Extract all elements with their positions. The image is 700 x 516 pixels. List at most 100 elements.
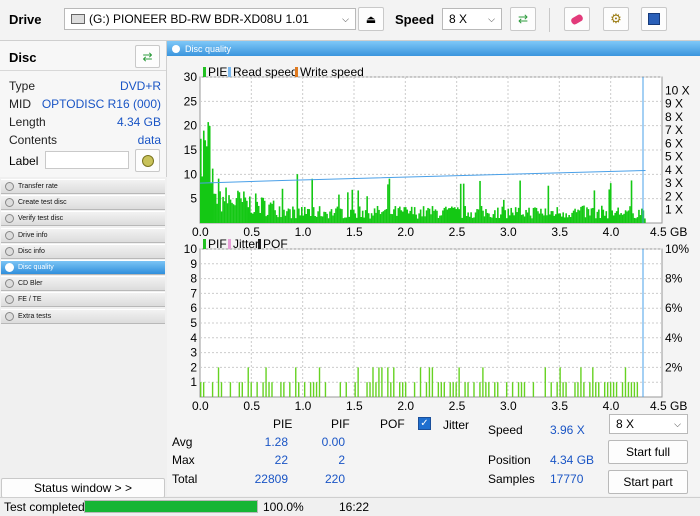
pie-bar <box>505 218 508 223</box>
pie-bar <box>253 212 256 223</box>
pie-bar <box>485 209 487 223</box>
pie-bar <box>471 217 474 223</box>
jitter-checkbox[interactable]: ✓ <box>418 417 431 430</box>
pie-y-axis-right: 10 X9 X8 X7 X6 X5 X4 X3 X2 X1 X <box>665 83 690 216</box>
pie-bar <box>480 205 483 223</box>
erase-button[interactable] <box>564 7 590 31</box>
pie-bar <box>568 215 570 223</box>
pif-bar <box>577 382 579 397</box>
drive-select-value: (G:) PIONEER BD-RW BDR-XD08U 1.01 <box>89 12 309 26</box>
pif-bar <box>238 382 241 397</box>
pie-bar <box>511 212 514 223</box>
total-pif: 220 <box>324 472 345 486</box>
pie-bar <box>404 207 407 223</box>
pie-bar <box>284 215 287 223</box>
pif-bar <box>401 382 404 397</box>
legend-read-swatch <box>228 67 231 77</box>
disc-icon <box>141 154 154 167</box>
disc-length-row: Length 4.34 GB <box>9 115 161 133</box>
save-button[interactable] <box>641 7 667 31</box>
y-right-tick-label: 2% <box>665 360 683 374</box>
pie-bar <box>556 207 559 223</box>
options-button[interactable]: ⚙ <box>603 7 629 31</box>
pie-bar <box>489 217 492 223</box>
sidebar-item-disc-info[interactable]: Disc info <box>1 243 165 259</box>
status-window-button[interactable]: Status window > > <box>1 478 165 498</box>
pie-bar <box>292 206 294 223</box>
pie-bar <box>320 216 322 223</box>
disc-label-input[interactable] <box>45 151 129 169</box>
disc-label-label: Label <box>9 154 39 168</box>
speed-stat-label: Speed <box>488 423 523 437</box>
pie-bar <box>283 209 285 223</box>
speed-select[interactable]: 8 X ⌵ <box>442 8 502 30</box>
sidebar-item-extra-tests[interactable]: Extra tests <box>1 308 165 324</box>
pif-bar <box>404 382 407 397</box>
sidebar-item-create-test-disc[interactable]: Create test disc <box>1 195 165 211</box>
pie-bar <box>455 209 458 223</box>
disc-label-button[interactable] <box>135 149 160 172</box>
pif-bar <box>399 382 401 397</box>
sidebar-item-disc-quality[interactable]: Disc quality <box>1 260 165 275</box>
pie-bar <box>363 217 365 223</box>
pie-bar <box>329 211 331 223</box>
pie-chart: 30 25 20 15 10 5 10 X9 X8 X7 X6 X5 X4 X3 X2 X… <box>184 65 690 237</box>
sidebar-item-cd-bler[interactable]: CD Bler <box>1 276 165 292</box>
pif-bar <box>393 367 395 397</box>
disc-refresh-button[interactable]: ⇄ <box>135 45 160 68</box>
pif-bar <box>467 382 469 397</box>
pif-bar <box>369 382 371 397</box>
nav-item-icon <box>5 214 14 224</box>
pie-bar <box>433 210 435 223</box>
avg-pie: 1.28 <box>264 435 288 449</box>
start-part-button[interactable]: Start part <box>608 470 688 494</box>
pie-bar <box>517 207 520 223</box>
pie-bar <box>482 210 484 223</box>
legend-read-speed: Read speed <box>233 65 298 79</box>
pie-bar <box>586 207 588 223</box>
pie-bar <box>385 209 388 223</box>
eject-button[interactable]: ⏏ <box>358 7 384 31</box>
pie-bar <box>244 197 247 223</box>
eraser-icon <box>570 12 584 26</box>
pif-bar <box>464 382 466 397</box>
toolbar-divider <box>549 8 550 32</box>
y-right-tick-label: 6% <box>665 301 683 315</box>
pif-bar <box>309 382 312 397</box>
pie-bar <box>332 215 334 223</box>
pie-bar <box>474 212 477 223</box>
pie-bar <box>491 217 493 223</box>
pie-bar <box>379 214 382 223</box>
pie-bar <box>523 216 526 223</box>
legend-pie: PIE <box>208 65 227 79</box>
pie-bar <box>416 218 419 223</box>
pif-bar <box>583 382 585 397</box>
sidebar-item-transfer-rate[interactable]: Transfer rate <box>1 179 165 194</box>
pif-bar <box>517 382 520 397</box>
test-speed-select[interactable]: 8 X ⌵ <box>609 414 688 434</box>
pif-bar <box>556 382 558 397</box>
y-tick-label: 25 <box>184 94 198 108</box>
pie-bar <box>315 216 318 223</box>
drive-select[interactable]: (G:) PIONEER BD-RW BDR-XD08U 1.01 ⌵ <box>64 8 356 30</box>
refresh-speed-button[interactable]: ⇄ <box>510 7 536 31</box>
pie-bar <box>467 212 469 223</box>
sidebar-item-drive-info[interactable]: Drive info <box>1 227 165 243</box>
pif-bar <box>428 367 431 397</box>
legend-write-speed: Write speed <box>300 65 364 79</box>
pie-bar <box>434 209 437 223</box>
pie-bar <box>260 197 263 223</box>
pif-bar <box>315 382 318 397</box>
y-right-tick-label: 8 X <box>665 110 683 124</box>
pie-bar <box>424 216 426 223</box>
pie-bar <box>202 130 205 223</box>
pie-bar <box>452 207 455 223</box>
pie-bar <box>289 209 291 223</box>
pie-bar <box>293 209 296 223</box>
sidebar-item-fe-te[interactable]: FE / TE <box>1 292 165 308</box>
sidebar-item-verify-test-disc[interactable]: Verify test disc <box>1 211 165 227</box>
pie-bar <box>312 207 315 223</box>
pie-bar <box>513 215 515 223</box>
start-full-button[interactable]: Start full <box>608 440 688 464</box>
pie-bar <box>339 208 342 223</box>
